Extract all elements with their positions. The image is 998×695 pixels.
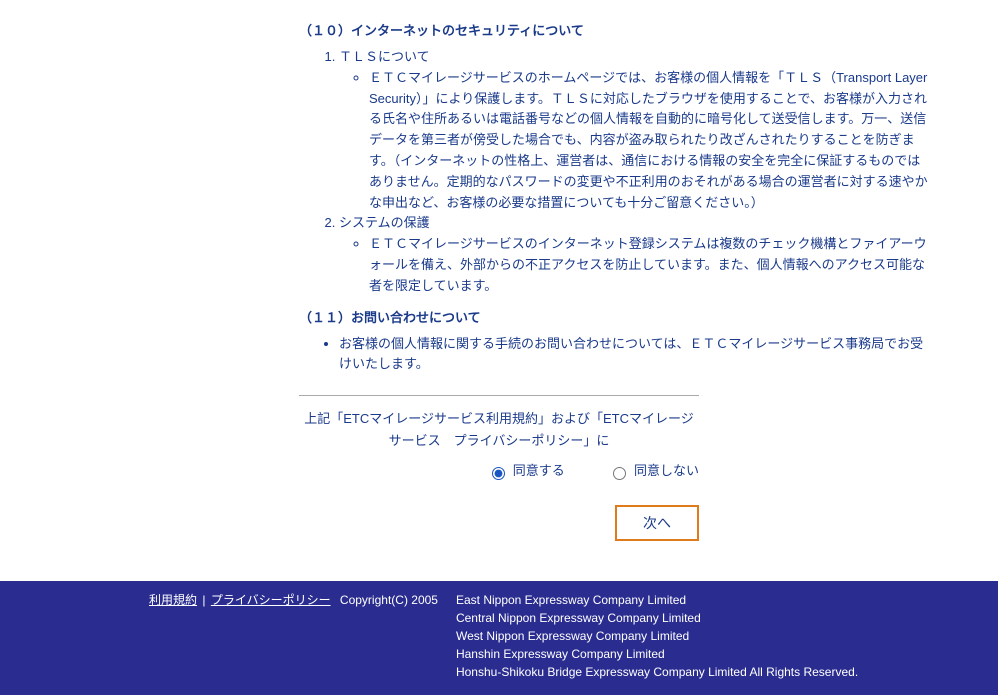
list-item-tls: ＴＬＳについて ＥＴＣマイレージサービスのホームページでは、お客様の個人情報を「… <box>339 47 929 213</box>
consent-radio-group: 同意する 同意しない <box>299 460 699 480</box>
footer-company: West Nippon Expressway Company Limited <box>456 627 969 645</box>
consent-prompt: 上記「ETCマイレージサービス利用規約」および「ETCマイレージサービス プライ… <box>299 408 699 452</box>
sublist-item: ＥＴＣマイレージサービスのホームページでは、お客様の個人情報を「ＴＬＳ（Tran… <box>369 68 929 214</box>
section-11-title: （１１）お問い合わせについて <box>299 307 929 326</box>
body-text: ＥＴＣマイレージサービスのインターネット登録システムは複数のチェック機構とファイ… <box>369 236 927 293</box>
radio-disagree-text: 同意しない <box>634 463 699 478</box>
footer-link-privacy[interactable]: プライバシーポリシー <box>211 593 331 607</box>
separator <box>299 395 699 396</box>
footer-company: Hanshin Expressway Company Limited <box>456 645 969 663</box>
radio-disagree[interactable] <box>613 467 626 480</box>
next-button[interactable]: 次へ <box>615 505 699 541</box>
footer-link-terms[interactable]: 利用規約 <box>149 593 197 607</box>
footer-company: East Nippon Expressway Company Limited <box>456 591 969 609</box>
radio-agree[interactable] <box>492 467 505 480</box>
sublist: ＥＴＣマイレージサービスのインターネット登録システムは複数のチェック機構とファイ… <box>339 234 929 296</box>
footer-company: Central Nippon Expressway Company Limite… <box>456 609 969 627</box>
footer-inner: 利用規約 | プライバシーポリシー Copyright(C) 2005 East… <box>29 591 969 681</box>
section-10-title: （１０）インターネットのセキュリティについて <box>299 20 929 39</box>
main-content: （１０）インターネットのセキュリティについて ＴＬＳについて ＥＴＣマイレージサ… <box>69 0 929 581</box>
footer-company: Honshu-Shikoku Bridge Expressway Company… <box>456 663 969 681</box>
list-item-label: ＴＬＳについて <box>339 49 430 64</box>
footer-separator: | <box>202 593 208 607</box>
footer: 利用規約 | プライバシーポリシー Copyright(C) 2005 East… <box>0 581 998 695</box>
radio-disagree-label[interactable]: 同意しない <box>608 463 699 478</box>
body-text: お客様の個人情報に関する手続のお問い合わせについては、ＥＴＣマイレージサービス事… <box>339 336 923 372</box>
radio-agree-text: 同意する <box>513 463 565 478</box>
footer-copyright: Copyright(C) 2005 <box>340 593 438 607</box>
footer-left: 利用規約 | プライバシーポリシー Copyright(C) 2005 <box>29 591 438 608</box>
sublist-item: ＥＴＣマイレージサービスのインターネット登録システムは複数のチェック機構とファイ… <box>369 234 929 296</box>
section-10-list: ＴＬＳについて ＥＴＣマイレージサービスのホームページでは、お客様の個人情報を「… <box>319 47 929 297</box>
list-item-label: システムの保護 <box>339 215 430 230</box>
body-text: ＥＴＣマイレージサービスのホームページでは、お客様の個人情報を「ＴＬＳ（Tran… <box>369 70 928 210</box>
radio-agree-label[interactable]: 同意する <box>487 463 568 478</box>
list-item-system: システムの保護 ＥＴＣマイレージサービスのインターネット登録システムは複数のチェ… <box>339 213 929 296</box>
button-row: 次へ <box>299 505 699 541</box>
footer-companies: East Nippon Expressway Company Limited C… <box>438 591 969 681</box>
sublist: ＥＴＣマイレージサービスのホームページでは、お客様の個人情報を「ＴＬＳ（Tran… <box>339 68 929 214</box>
section-11-list: お客様の個人情報に関する手続のお問い合わせについては、ＥＴＣマイレージサービス事… <box>319 334 929 376</box>
list-item-contact: お客様の個人情報に関する手続のお問い合わせについては、ＥＴＣマイレージサービス事… <box>339 334 929 376</box>
